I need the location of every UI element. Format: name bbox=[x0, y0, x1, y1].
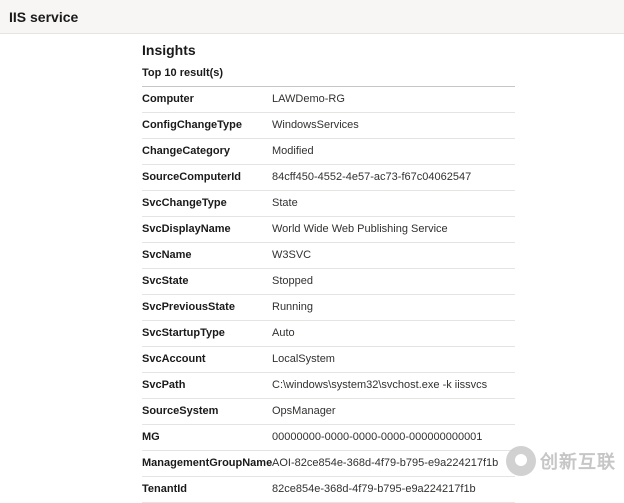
table-row: SvcStartupType Auto bbox=[142, 321, 515, 347]
property-value: Running bbox=[272, 301, 313, 313]
table-row: SvcDisplayName World Wide Web Publishing… bbox=[142, 217, 515, 243]
property-value: WindowsServices bbox=[272, 119, 359, 131]
property-name: SvcChangeType bbox=[142, 197, 227, 209]
table-row: MG 00000000-0000-0000-0000-000000000001 bbox=[142, 425, 515, 451]
property-value: OpsManager bbox=[272, 405, 336, 417]
table-row: SvcChangeType State bbox=[142, 191, 515, 217]
table-row: ManagementGroupName AOI-82ce854e-368d-4f… bbox=[142, 451, 515, 477]
property-value: 82ce854e-368d-4f79-b795-e9a224217f1b bbox=[272, 483, 476, 495]
property-name: MG bbox=[142, 431, 160, 443]
property-name: SvcStartupType bbox=[142, 327, 225, 339]
table-row: SvcPath C:\windows\system32\svchost.exe … bbox=[142, 373, 515, 399]
property-name: SvcName bbox=[142, 249, 192, 261]
property-name: SourceSystem bbox=[142, 405, 219, 417]
insights-title: Insights bbox=[142, 42, 196, 58]
property-name: SvcAccount bbox=[142, 353, 206, 365]
results-count: Top 10 result(s) bbox=[142, 67, 224, 79]
pane-title: IIS service bbox=[9, 9, 79, 25]
property-value: State bbox=[272, 197, 298, 209]
property-name: SourceComputerId bbox=[142, 171, 242, 183]
table-row: Computer LAWDemo-RG bbox=[142, 87, 515, 113]
property-value: LAWDemo-RG bbox=[272, 93, 345, 105]
watermark-text: 创新互联 bbox=[540, 452, 616, 473]
property-name: SvcPath bbox=[142, 379, 186, 391]
property-value: C:\windows\system32\svchost.exe -k iissv… bbox=[272, 379, 488, 391]
property-name: ConfigChangeType bbox=[142, 119, 243, 131]
pane-header: IIS service bbox=[0, 0, 624, 34]
property-value: 00000000-0000-0000-0000-000000000001 bbox=[272, 431, 483, 443]
property-name: SvcState bbox=[142, 275, 189, 287]
properties-table: Computer LAWDemo-RG ConfigChangeType Win… bbox=[142, 86, 515, 503]
property-name: Computer bbox=[142, 93, 194, 105]
table-row: SvcAccount LocalSystem bbox=[142, 347, 515, 373]
property-name: SvcPreviousState bbox=[142, 301, 235, 313]
property-value: LocalSystem bbox=[272, 353, 335, 365]
property-value: W3SVC bbox=[272, 249, 312, 261]
property-value: World Wide Web Publishing Service bbox=[272, 223, 448, 235]
property-value: AOI-82ce854e-368d-4f79-b795-e9a224217f1b bbox=[272, 457, 499, 469]
property-name: SvcDisplayName bbox=[142, 223, 231, 235]
watermark-logo-icon bbox=[506, 446, 536, 476]
table-row: SourceSystem OpsManager bbox=[142, 399, 515, 425]
property-name: ManagementGroupName bbox=[142, 457, 273, 469]
property-value: Stopped bbox=[272, 275, 313, 287]
property-value: Auto bbox=[272, 327, 295, 339]
property-name: TenantId bbox=[142, 483, 188, 495]
table-row: ChangeCategory Modified bbox=[142, 139, 515, 165]
property-name: ChangeCategory bbox=[142, 145, 231, 157]
table-row: ConfigChangeType WindowsServices bbox=[142, 113, 515, 139]
watermark: 创新互联 bbox=[506, 443, 616, 479]
property-value: Modified bbox=[272, 145, 314, 157]
property-value: 84cff450-4552-4e57-ac73-f67c04062547 bbox=[272, 171, 472, 183]
insights-panel: Insights Top 10 result(s) Computer LAWDe… bbox=[142, 40, 515, 503]
table-row: TenantId 82ce854e-368d-4f79-b795-e9a2242… bbox=[142, 477, 515, 503]
table-row: SvcPreviousState Running bbox=[142, 295, 515, 321]
table-row: SvcName W3SVC bbox=[142, 243, 515, 269]
table-row: SourceComputerId 84cff450-4552-4e57-ac73… bbox=[142, 165, 515, 191]
table-row: SvcState Stopped bbox=[142, 269, 515, 295]
